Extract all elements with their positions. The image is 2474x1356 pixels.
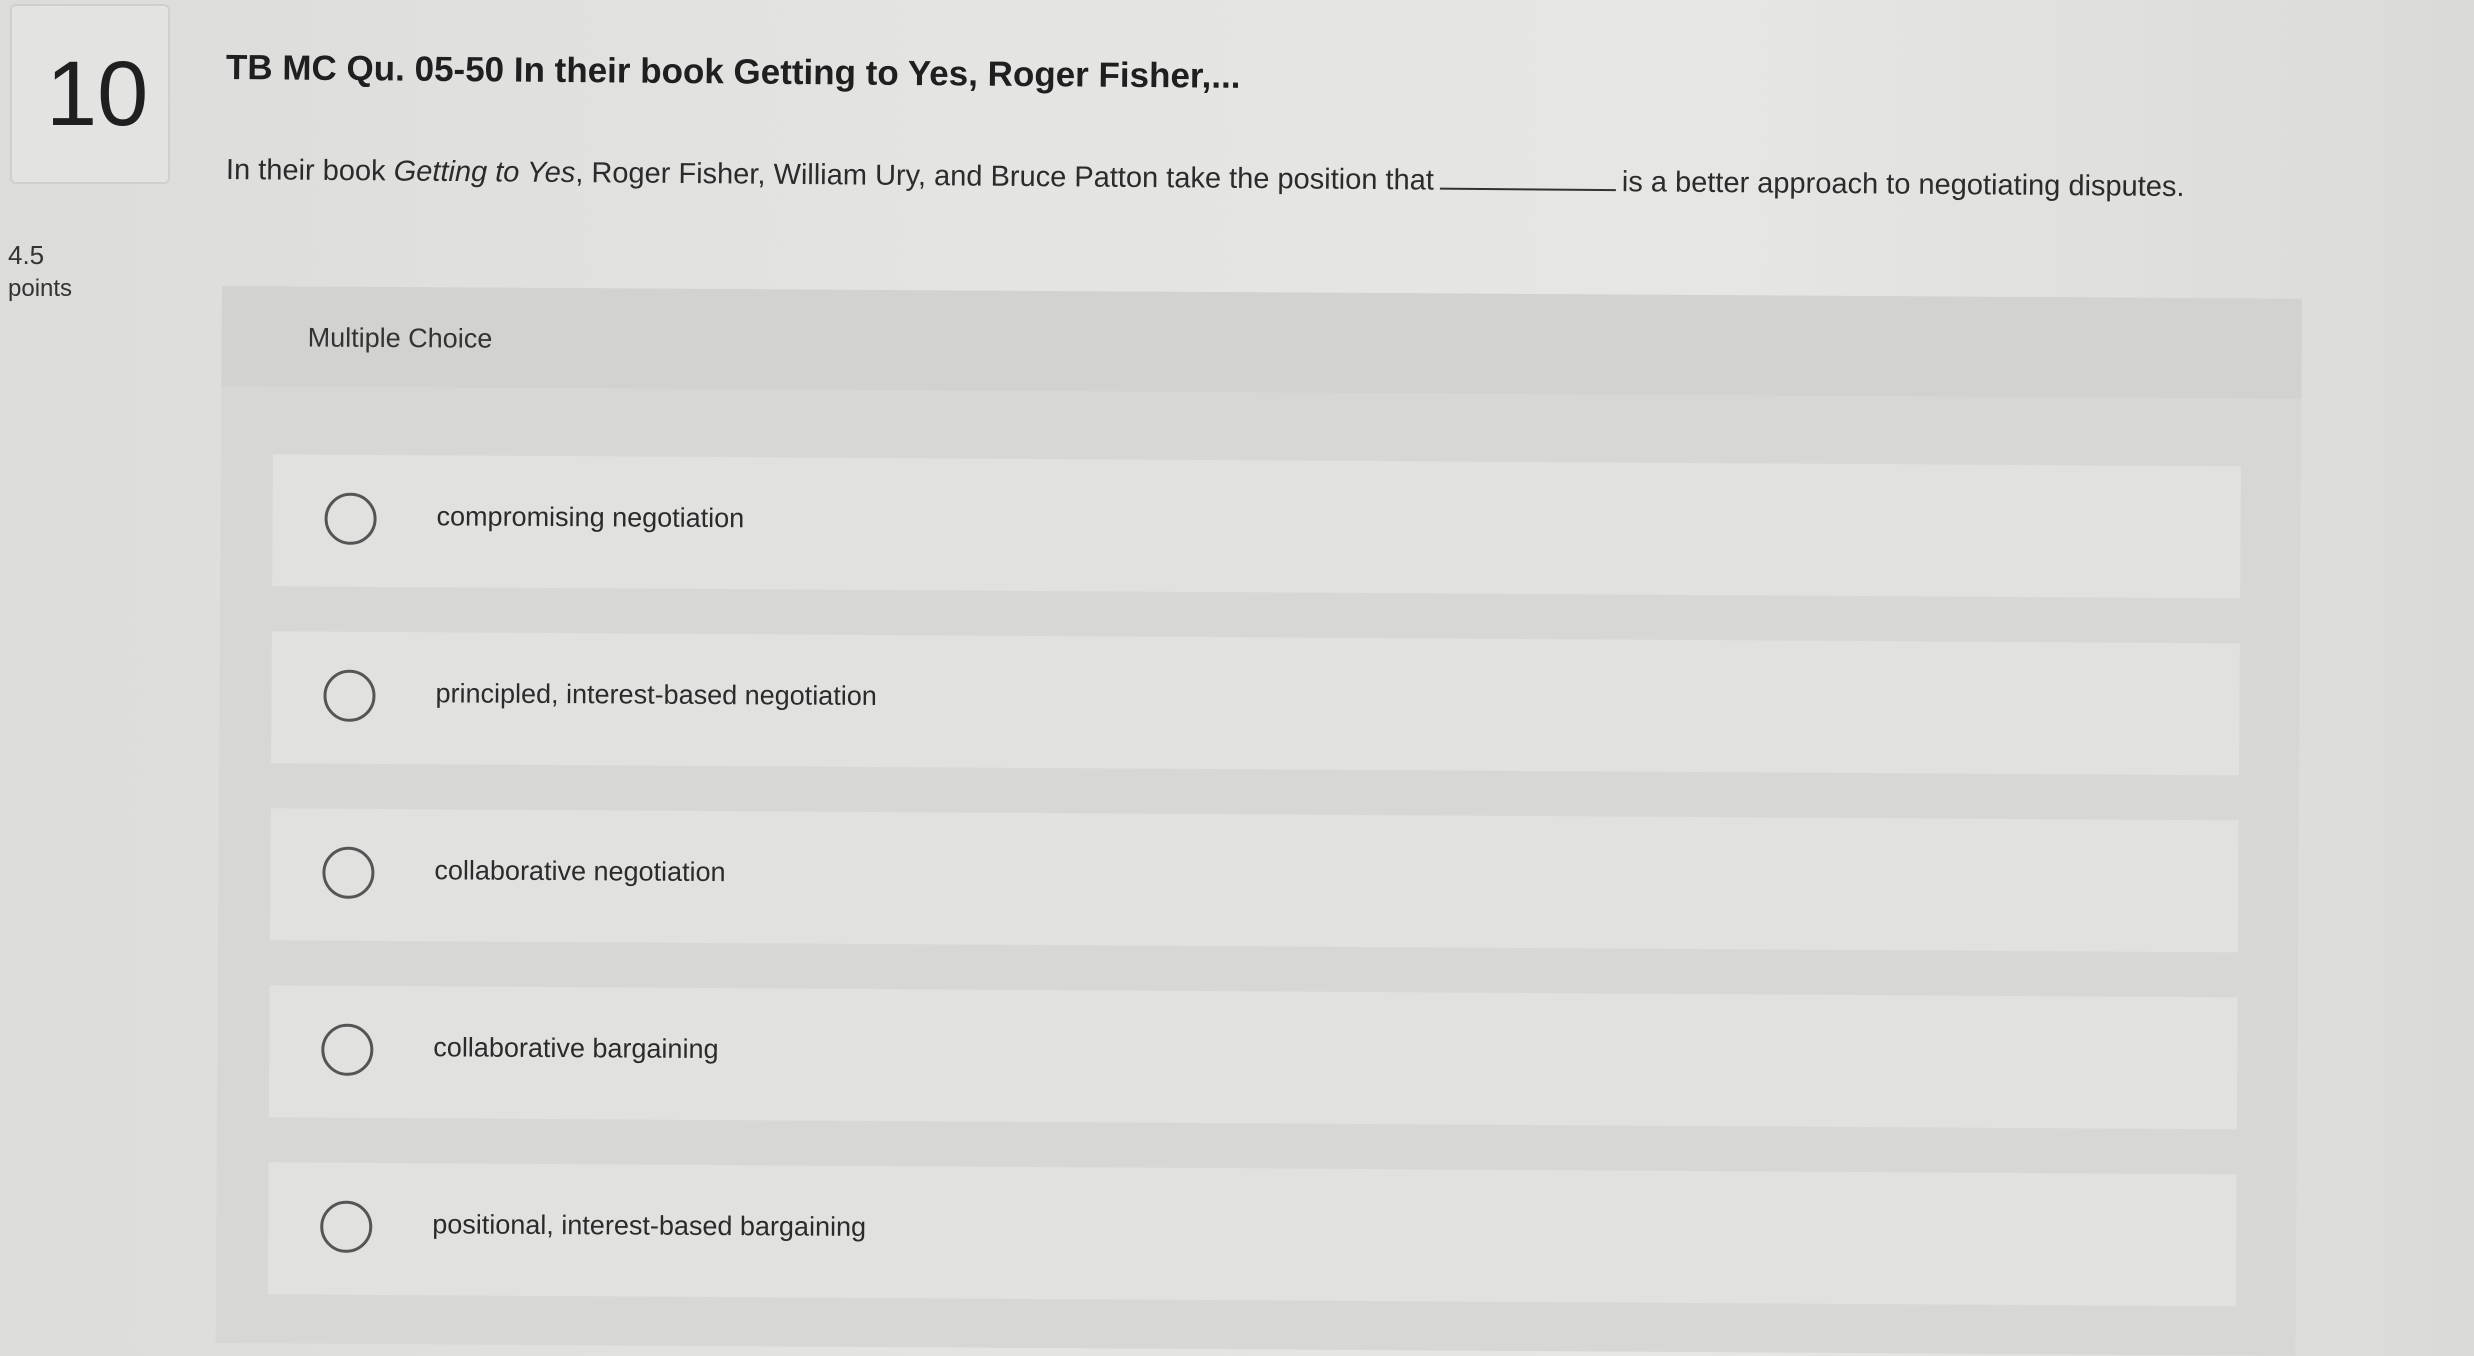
- answer-option[interactable]: principled, interest-based negotiation: [271, 631, 2240, 776]
- radio-button[interactable]: [321, 1023, 374, 1076]
- question-number: 10: [46, 43, 149, 145]
- book-title: Getting to Yes: [393, 155, 576, 190]
- answer-option[interactable]: compromising negotiation: [272, 454, 2241, 599]
- question-number-box: 10: [10, 4, 170, 184]
- radio-button[interactable]: [324, 492, 377, 545]
- answer-option-label: compromising negotiation: [436, 501, 745, 534]
- multiple-choice-label: Multiple Choice: [307, 322, 493, 354]
- answer-option[interactable]: collaborative bargaining: [268, 985, 2238, 1130]
- answer-blank: [1439, 165, 1616, 192]
- answer-option-label: collaborative negotiation: [434, 855, 726, 888]
- question-text: In their book Getting to Yes, Roger Fish…: [226, 154, 2185, 204]
- question-text-end: is a better approach to negotiating disp…: [1621, 166, 2185, 204]
- answer-option[interactable]: positional, interest-based bargaining: [267, 1162, 2237, 1307]
- points-value: 4.5: [8, 240, 45, 270]
- radio-button[interactable]: [320, 1200, 373, 1253]
- answer-option-label: principled, interest-based negotiation: [435, 678, 877, 712]
- answer-option-label: positional, interest-based bargaining: [432, 1209, 867, 1242]
- question-text-start: In their book: [225, 154, 394, 188]
- multiple-choice-panel: Multiple Choice compromising negotiation…: [215, 286, 2302, 1356]
- answer-option[interactable]: collaborative negotiation: [270, 808, 2239, 953]
- points-unit: points: [8, 275, 73, 302]
- answer-option-label: collaborative bargaining: [433, 1032, 719, 1065]
- multiple-choice-header: Multiple Choice: [221, 286, 2302, 399]
- radio-button[interactable]: [323, 669, 376, 722]
- question-title: TB MC Qu. 05-50 In their book Getting to…: [225, 48, 1241, 96]
- radio-button[interactable]: [322, 846, 375, 899]
- question-text-middle: , Roger Fisher, William Ury, and Bruce P…: [575, 157, 1434, 197]
- question-points: 4.5 points: [8, 238, 72, 306]
